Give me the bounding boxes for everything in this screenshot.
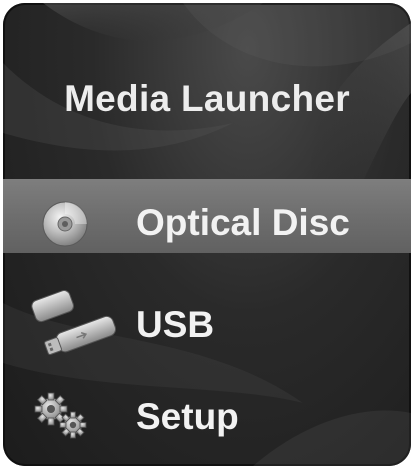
app-title: Media Launcher (64, 78, 350, 119)
menu-item-label: Setup (136, 396, 239, 437)
gears-icon (34, 392, 87, 439)
menu-item-usb[interactable]: USB (3, 290, 411, 367)
menu-item-optical-disc[interactable]: Optical Disc (3, 179, 411, 253)
menu-item-setup[interactable]: Setup (3, 389, 411, 463)
usb-drive-icon (31, 290, 117, 356)
media-launcher-panel: Media Launcher Optical Disc USB Setup (3, 3, 411, 466)
menu-item-label: Optical Disc (136, 202, 350, 243)
optical-disc-icon (42, 201, 88, 247)
menu-item-label: USB (136, 304, 215, 345)
